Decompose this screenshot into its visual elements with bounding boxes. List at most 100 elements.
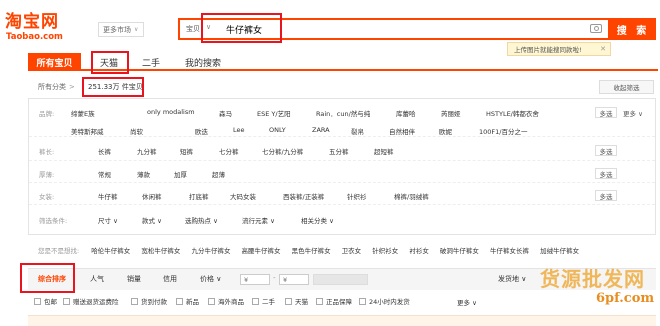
checkbox[interactable] <box>252 297 259 305</box>
length-option[interactable]: 七分裤 <box>219 146 239 156</box>
related-link[interactable]: 加绒牛仔裤女 <box>540 247 579 255</box>
tab-second-hand[interactable]: 二手 <box>136 53 166 71</box>
brand-option[interactable]: 缔蒙E族 <box>71 108 95 118</box>
related-link[interactable]: 黑色牛仔裤女 <box>292 247 331 255</box>
length-option[interactable]: 五分裤 <box>329 146 349 156</box>
check-genuine[interactable]: 正品保障 <box>316 296 352 306</box>
highlight-box-count <box>82 77 144 97</box>
women-option[interactable]: 打底裤 <box>189 191 209 201</box>
sort-popularity[interactable]: 人气 <box>90 274 104 284</box>
brand-option[interactable]: 自然相伴 <box>389 126 415 136</box>
sort-sales[interactable]: 销量 <box>127 274 141 284</box>
women-option[interactable]: 大码女装 <box>230 191 256 201</box>
brand-option[interactable]: Lee <box>233 126 245 134</box>
brand-option[interactable]: ZARA <box>312 126 330 134</box>
multi-select-button[interactable]: 多选 <box>595 190 617 201</box>
thickness-option[interactable]: 超薄 <box>212 169 225 179</box>
brand-option[interactable]: Rain．cun/然与纯 <box>316 108 370 118</box>
related-link[interactable]: 高腰牛仔裤女 <box>242 247 281 255</box>
related-link[interactable]: 针织衫女 <box>372 247 398 255</box>
condition-dropdown[interactable]: 相关分类 ∨ <box>301 215 334 225</box>
more-brands-button[interactable]: 更多 ∨ <box>623 108 643 118</box>
multi-select-button[interactable]: 多选 <box>595 168 617 179</box>
thickness-option[interactable]: 薄款 <box>137 169 150 179</box>
chevron-down-icon: ∨ <box>638 110 643 118</box>
checkbox[interactable] <box>63 297 70 305</box>
thickness-option[interactable]: 常规 <box>98 169 111 179</box>
condition-dropdown[interactable]: 尺寸 ∨ <box>98 215 118 225</box>
checkbox-label: 新品 <box>186 298 199 306</box>
condition-dropdown[interactable]: 流行元素 ∨ <box>242 215 275 225</box>
brand-option[interactable]: 芮丽娅 <box>441 108 461 118</box>
brand-option[interactable]: ESE Y/艺阳 <box>257 108 291 118</box>
women-option[interactable]: 休闲裤 <box>142 191 162 201</box>
taobao-logo[interactable]: 淘宝网 Taobao.com <box>5 12 83 42</box>
tab-my-search[interactable]: 我的搜索 <box>178 53 228 71</box>
multi-select-button[interactable]: 多选 <box>595 145 617 156</box>
brand-option[interactable]: 裂帛 <box>351 126 364 136</box>
related-link[interactable]: 破洞牛仔裤女 <box>440 247 479 255</box>
check-second-hand[interactable]: 二手 <box>252 296 275 306</box>
brand-option[interactable]: HSTYLE/韩都衣舍 <box>486 108 539 118</box>
women-option[interactable]: 棉裤/羽绒裤 <box>394 191 429 201</box>
length-option[interactable]: 七分裤/九分裤 <box>262 146 303 156</box>
thickness-option[interactable]: 加厚 <box>174 169 187 179</box>
ship-from-dropdown[interactable]: 发货地 ∨ <box>498 274 526 284</box>
related-label: 您是不是想找: <box>38 247 80 255</box>
related-link[interactable]: 九分牛仔裤女 <box>191 247 230 255</box>
multi-select-button[interactable]: 多选 <box>595 107 617 118</box>
checkbox[interactable] <box>131 297 138 305</box>
related-link[interactable]: 宽松牛仔裤女 <box>141 247 180 255</box>
checkbox[interactable] <box>359 297 366 305</box>
collapse-filters-button[interactable]: 收起筛选 <box>599 80 654 94</box>
brand-option[interactable]: 欧妮 <box>439 126 452 136</box>
checkbox-label: 货到付款 <box>141 298 167 306</box>
check-tmall[interactable]: 天猫 <box>285 296 308 306</box>
checkbox[interactable] <box>34 297 41 305</box>
length-option[interactable]: 超短裤 <box>374 146 394 156</box>
sort-credit[interactable]: 信用 <box>163 274 177 284</box>
brand-option[interactable]: 100F1/百分之一 <box>479 126 527 136</box>
checkbox[interactable] <box>316 297 323 305</box>
brand-option[interactable]: 森马 <box>219 108 232 118</box>
sort-price[interactable]: 价格 ∨ <box>200 274 221 284</box>
condition-dropdown[interactable]: 款式 ∨ <box>142 215 162 225</box>
brand-option[interactable]: only modalism <box>147 108 195 116</box>
check-overseas[interactable]: 海外商品 <box>208 296 244 306</box>
brand-option[interactable]: ONLY <box>269 126 286 134</box>
price-max-input[interactable]: ¥ <box>279 274 309 285</box>
women-option[interactable]: 西装裤/正装裤 <box>283 191 324 201</box>
checkbox[interactable] <box>208 297 215 305</box>
related-link[interactable]: 卫衣女 <box>342 247 362 255</box>
close-icon[interactable]: ✕ <box>600 45 606 53</box>
brand-option[interactable]: 尚软 <box>130 126 143 136</box>
brand-option[interactable]: 欧迭 <box>195 126 208 136</box>
related-link[interactable]: 牛仔裤女长裤 <box>490 247 529 255</box>
search-button[interactable]: 搜 索 <box>610 18 656 40</box>
price-min-input[interactable]: ¥ <box>240 274 270 285</box>
check-new[interactable]: 新品 <box>176 296 199 306</box>
more-filters-button[interactable]: 更多 ∨ <box>457 297 477 307</box>
related-link[interactable]: 衬衫女 <box>409 247 429 255</box>
check-cod[interactable]: 货到付款 <box>131 296 167 306</box>
related-link[interactable]: 哈伦牛仔裤女 <box>91 247 130 255</box>
checkbox[interactable] <box>285 297 292 305</box>
length-option[interactable]: 短裤 <box>180 146 193 156</box>
brand-option[interactable]: 库蕾哈 <box>396 108 416 118</box>
tab-all-items[interactable]: 所有宝贝 <box>28 53 81 71</box>
more-markets-dropdown[interactable]: 更多市场 ∨ <box>98 22 144 37</box>
length-option[interactable]: 九分裤 <box>137 146 157 156</box>
brand-option[interactable]: 美特斯邦威 <box>71 126 104 136</box>
condition-dropdown[interactable]: 选购热点 ∨ <box>185 215 218 225</box>
check-return-insurance[interactable]: 赠送退货运费险 <box>63 296 119 306</box>
check-free-shipping[interactable]: 包邮 <box>34 296 57 306</box>
highlight-box-sort <box>20 263 75 293</box>
women-option[interactable]: 牛仔裤 <box>98 191 118 201</box>
checkbox[interactable] <box>176 297 183 305</box>
women-option[interactable]: 针织衫 <box>347 191 367 201</box>
camera-icon[interactable] <box>590 24 602 33</box>
check-24h-ship[interactable]: 24小时内发货 <box>359 296 410 306</box>
length-option[interactable]: 长裤 <box>98 146 111 156</box>
mini-pager[interactable] <box>313 274 368 285</box>
all-categories-link[interactable]: 所有分类 <box>38 83 66 91</box>
